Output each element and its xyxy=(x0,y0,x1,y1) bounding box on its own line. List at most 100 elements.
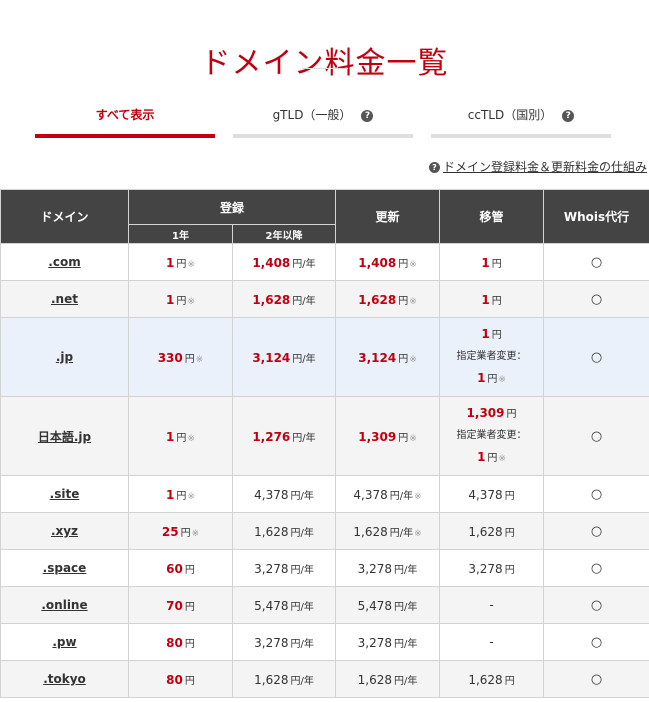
first-year-price: 60 xyxy=(166,561,183,576)
unit-label: 円/年 xyxy=(290,675,314,687)
header-transfer: 移管 xyxy=(439,189,545,244)
subsequent-price: 1,628 xyxy=(254,524,289,539)
unit-label: 円/年 xyxy=(394,638,418,650)
domain-link[interactable]: .jp xyxy=(56,350,73,364)
note-mark: ※ xyxy=(414,491,422,502)
unit-label: 円/年 xyxy=(290,490,314,502)
renewal-price: 1,408 xyxy=(358,255,397,270)
tab-cctld[interactable]: ccTLD（国別）? xyxy=(431,102,611,138)
domain-link[interactable]: 日本語.jp xyxy=(38,430,91,444)
designated-change-price: 1 xyxy=(477,450,486,464)
domain-price-table: ドメイン 登録 更新 移管 Whois代行 1年 2年以降 .com 1 円※ 1… xyxy=(0,189,649,698)
header-subsequent-years: 2年以降 xyxy=(231,224,337,244)
unit-label: 円/年 xyxy=(394,564,418,576)
whois-available-icon: ○ xyxy=(590,523,603,539)
transfer-price: - xyxy=(489,635,494,649)
title-divider xyxy=(302,68,348,69)
table-row: .online 70 円 5,478 円/年 5,478 円/年 - ○ xyxy=(0,586,649,624)
unit-label: 円 xyxy=(491,330,502,341)
domain-link[interactable]: .site xyxy=(50,487,80,501)
table-row: .net 1 円※ 1,628 円/年 1,628 円※ 1円 ○ xyxy=(0,280,649,318)
whois-available-icon: ○ xyxy=(590,634,603,650)
whois-available-icon: ○ xyxy=(590,671,603,687)
note-mark: ※ xyxy=(187,433,195,444)
unit-label: 円/年 xyxy=(292,295,316,307)
note-mark: ※ xyxy=(187,259,195,270)
unit-label: 円/年 xyxy=(290,527,314,539)
first-year-price: 25 xyxy=(161,524,179,539)
renewal-price: 3,124 xyxy=(358,350,397,365)
help-icon[interactable]: ? xyxy=(562,109,575,122)
header-whois: Whois代行 xyxy=(543,189,649,244)
note-mark: ※ xyxy=(409,296,417,307)
table-row: .space 60 円 3,278 円/年 3,278 円/年 3,278 円 ○ xyxy=(0,549,649,587)
tab-gtld[interactable]: gTLD（一般）? xyxy=(233,102,413,138)
transfer-price: - xyxy=(489,598,494,612)
help-icon: ? xyxy=(428,162,440,173)
unit-label: 円/年 xyxy=(394,601,418,613)
note-mark: ※ xyxy=(195,354,204,365)
whois-available-icon: ○ xyxy=(590,560,603,576)
note-mark: ※ xyxy=(409,433,417,444)
tab-all[interactable]: すべて表示 xyxy=(35,102,215,138)
domain-link[interactable]: .com xyxy=(48,255,80,269)
unit-label: 円 xyxy=(504,675,515,687)
unit-label: 円/年 xyxy=(389,490,414,502)
domain-link[interactable]: .online xyxy=(41,598,87,612)
unit-label: 円 xyxy=(184,675,195,687)
header-renewal: 更新 xyxy=(335,189,441,244)
unit-label: 円/年 xyxy=(290,564,314,576)
renewal-price: 1,628 xyxy=(358,292,397,307)
note-mark: ※ xyxy=(414,528,422,539)
unit-label: 円 xyxy=(176,258,187,270)
subsequent-price: 3,124 xyxy=(252,350,291,365)
subsequent-price: 3,278 xyxy=(254,635,289,650)
domain-link[interactable]: .xyz xyxy=(51,524,78,538)
unit-label: 円 xyxy=(491,295,502,307)
note-mark: ※ xyxy=(498,454,506,464)
note-mark: ※ xyxy=(191,528,200,539)
unit-label: 円/年 xyxy=(290,638,314,650)
whois-available-icon: ○ xyxy=(590,254,603,270)
header-first-year: 1年 xyxy=(128,224,233,244)
domain-link[interactable]: .tokyo xyxy=(43,672,86,686)
unit-label: 円 xyxy=(504,564,515,576)
first-year-price: 330 xyxy=(157,350,183,365)
subsequent-price: 1,628 xyxy=(254,672,289,687)
transfer-price: 1 xyxy=(481,292,490,307)
unit-label: 円 xyxy=(184,638,195,650)
whois-available-icon: ○ xyxy=(590,486,603,502)
unit-label: 円 xyxy=(176,432,187,444)
subsequent-price: 1,408 xyxy=(252,255,291,270)
subsequent-price: 3,278 xyxy=(254,561,289,576)
unit-label: 円/年 xyxy=(292,353,316,365)
note-mark: ※ xyxy=(187,296,195,307)
unit-label: 円/年 xyxy=(290,601,314,613)
table-row: .com 1 円※ 1,408 円/年 1,408 円※ 1円 ○ xyxy=(0,243,649,281)
transfer-price: 1 xyxy=(481,255,490,270)
help-icon[interactable]: ? xyxy=(361,109,374,122)
unit-label: 円 xyxy=(180,527,191,539)
domain-link[interactable]: .space xyxy=(43,561,87,575)
renewal-price: 1,628 xyxy=(357,672,392,687)
unit-label: 円/年 xyxy=(292,432,316,444)
first-year-price: 80 xyxy=(166,635,183,650)
designated-change-price: 1 xyxy=(477,371,486,385)
pricing-explanation-link[interactable]: ? ドメイン登録料金＆更新料金の仕組み xyxy=(428,158,647,175)
domain-link[interactable]: .net xyxy=(51,292,78,306)
note-mark: ※ xyxy=(498,375,506,385)
unit-label: 円 xyxy=(398,295,409,307)
renewal-price: 5,478 xyxy=(357,598,392,613)
first-year-price: 1 xyxy=(166,292,175,307)
unit-label: 円/年 xyxy=(394,675,418,687)
domain-link[interactable]: .pw xyxy=(52,635,76,649)
note-mark: ※ xyxy=(409,354,417,365)
table-row: .tokyo 80 円 1,628 円/年 1,628 円/年 1,628 円 ○ xyxy=(0,660,649,698)
designated-change-label: 指定業者変更： xyxy=(456,351,527,362)
renewal-price: 3,278 xyxy=(357,635,392,650)
first-year-price: 80 xyxy=(166,672,183,687)
unit-label: 円 xyxy=(184,353,195,365)
whois-available-icon: ○ xyxy=(590,428,603,444)
designated-change-label: 指定業者変更： xyxy=(456,430,527,441)
unit-label: 円 xyxy=(487,374,498,385)
